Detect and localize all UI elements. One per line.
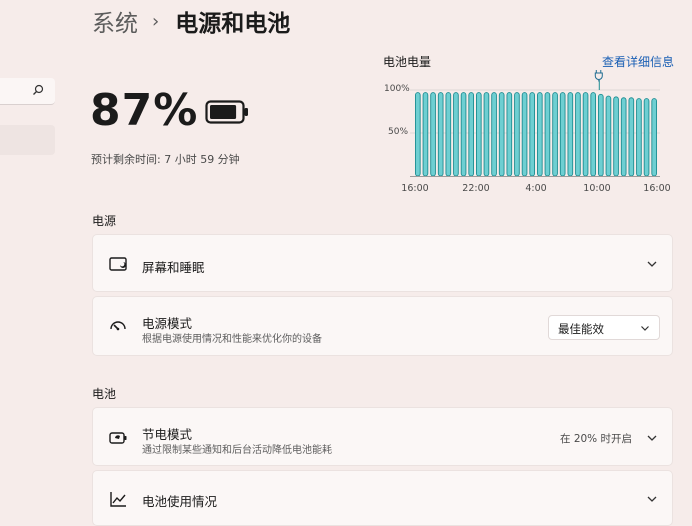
power-mode-dropdown[interactable]: 最佳能效: [548, 315, 660, 340]
chart-bar: [605, 95, 612, 177]
chart-bar: [544, 92, 551, 177]
chart-bar: [415, 92, 421, 177]
screen-sleep-title: 屏幕和睡眠: [142, 260, 205, 275]
chart-bar: [575, 92, 581, 177]
chart-bar: [651, 98, 658, 177]
chevron-down-icon[interactable]: [646, 258, 658, 270]
screen-sleep-icon: [109, 257, 127, 271]
chart-bar: [506, 92, 513, 177]
battery-usage-card[interactable]: 电池使用情况: [92, 470, 673, 526]
chart-bar: [437, 92, 444, 177]
battery-saver-icon: [109, 432, 127, 444]
chart-bar: [620, 97, 627, 177]
chart-bar: [643, 98, 650, 177]
chart-bar: [445, 92, 452, 177]
chart-bar: [460, 92, 467, 177]
chart-bar: [567, 92, 574, 177]
chevron-down-icon[interactable]: [646, 493, 658, 505]
battery-saver-status: 在 20% 时开启: [559, 433, 632, 445]
chart-bar: [430, 92, 436, 177]
chart-bar: [598, 93, 604, 177]
chart-bar: [514, 92, 520, 177]
battery-usage-title: 电池使用情况: [142, 494, 218, 509]
chart-bar: [453, 92, 459, 177]
chart-bar: [559, 92, 566, 177]
screen-sleep-card[interactable]: 屏幕和睡眠: [92, 234, 673, 292]
chart-bar: [521, 92, 528, 177]
chevron-down-icon[interactable]: [646, 432, 658, 444]
chart-bar: [613, 96, 619, 177]
power-mode-icon: [110, 321, 126, 331]
chart-bar: [476, 92, 482, 177]
usage-chart-icon: [110, 492, 126, 507]
chart-bar: [582, 92, 589, 177]
chart-bar: [468, 92, 475, 177]
chart-bar: [628, 97, 635, 177]
chart-bar: [529, 92, 536, 177]
chart-bar: [590, 92, 597, 177]
section-title-power: 电源: [92, 214, 117, 228]
chart-bar: [537, 92, 543, 177]
power-mode-subtitle: 根据电源使用情况和性能来优化你的设备: [142, 334, 322, 345]
battery-saver-subtitle: 通过限制某些通知和后台活动降低电池能耗: [142, 445, 332, 456]
power-mode-card: 电源模式 根据电源使用情况和性能来优化你的设备 最佳能效: [92, 296, 673, 356]
battery-saver-card[interactable]: 节电模式 通过限制某些通知和后台活动降低电池能耗 在 20% 时开启: [92, 407, 673, 466]
power-mode-selected: 最佳能效: [558, 322, 604, 336]
battery-level-chart: [410, 70, 660, 177]
chart-bar: [491, 92, 497, 177]
chart-bar: [422, 92, 429, 177]
chart-bar: [552, 92, 558, 177]
chart-bar: [636, 98, 642, 177]
chart-bar: [483, 92, 490, 177]
chart-bar: [498, 92, 505, 177]
plug-icon: [594, 70, 603, 90]
section-title-battery: 电池: [92, 387, 117, 401]
chevron-down-icon: [641, 326, 649, 331]
